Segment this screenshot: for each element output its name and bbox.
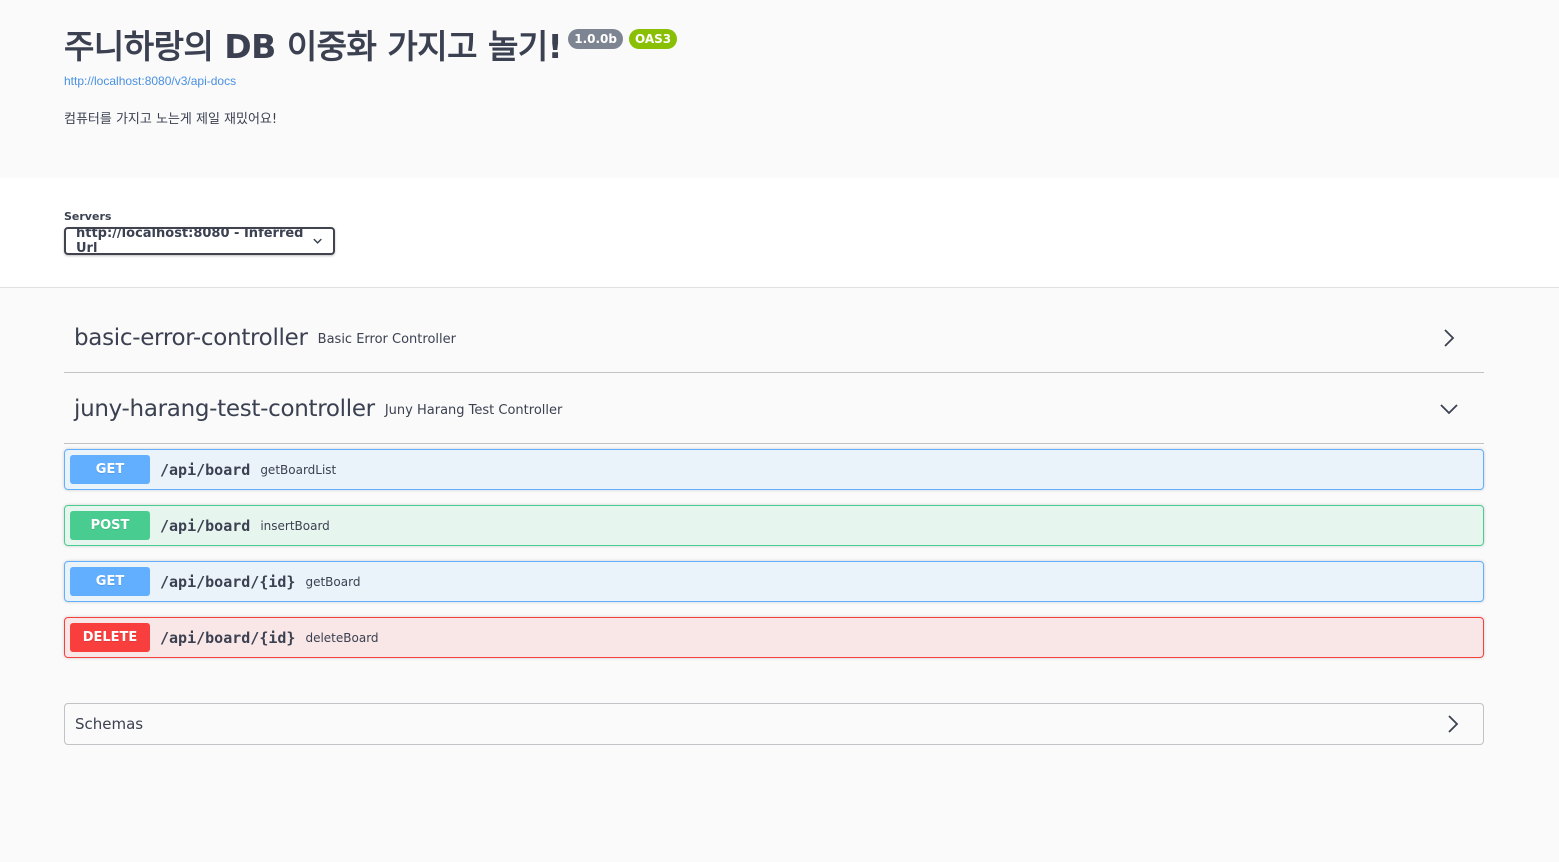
- tag-basic-error-controller[interactable]: basic-error-controller Basic Error Contr…: [64, 303, 1484, 373]
- operation-summary: getBoard: [305, 574, 361, 589]
- tag-juny-harang-test-controller[interactable]: juny-harang-test-controller Juny Harang …: [64, 374, 1484, 444]
- schemas-section[interactable]: Schemas: [64, 703, 1484, 745]
- operation-path: /api/board/{id}: [160, 572, 296, 591]
- api-docs-link[interactable]: http://localhost:8080/v3/api-docs: [64, 74, 1484, 88]
- oas-badge: OAS3: [629, 29, 678, 49]
- operation-delete-board[interactable]: DELETE /api/board/{id} deleteBoard: [64, 617, 1484, 658]
- tag-name: juny-harang-test-controller: [74, 395, 375, 422]
- operation-get-board[interactable]: GET /api/board/{id} getBoard: [64, 561, 1484, 602]
- operation-path: /api/board/{id}: [160, 628, 296, 647]
- operation-summary: getBoardList: [260, 462, 337, 477]
- tag-name: basic-error-controller: [74, 324, 308, 351]
- operation-path: /api/board: [160, 460, 251, 479]
- version-badge: 1.0.0b: [568, 29, 623, 49]
- chevron-down-icon[interactable]: [1438, 398, 1460, 420]
- operation-insert-board[interactable]: POST /api/board insertBoard: [64, 505, 1484, 546]
- title-row: 주니하랑의 DB 이중화 가지고 놀기! 1.0.0b OAS3: [64, 24, 1484, 70]
- operation-summary: insertBoard: [260, 518, 330, 533]
- servers-section: Servers http://localhost:8080 - Inferred…: [0, 178, 1559, 288]
- chevron-down-icon: [313, 238, 322, 244]
- servers-label: Servers: [64, 210, 112, 223]
- server-select-value: http://localhost:8080 - Inferred Url: [76, 226, 304, 256]
- schemas-title: Schemas: [75, 715, 144, 733]
- tag-description: Juny Harang Test Controller: [384, 403, 563, 418]
- api-description: 컴퓨터를 가지고 노는게 제일 재밌어요!: [64, 112, 278, 127]
- method-badge: DELETE: [70, 623, 150, 652]
- api-info: 주니하랑의 DB 이중화 가지고 놀기! 1.0.0b OAS3 http://…: [64, 24, 1484, 127]
- tag-description: Basic Error Controller: [317, 332, 456, 347]
- chevron-right-icon[interactable]: [1443, 714, 1463, 734]
- operation-get-board-list[interactable]: GET /api/board getBoardList: [64, 449, 1484, 490]
- method-badge: GET: [70, 567, 150, 596]
- page-title: 주니하랑의 DB 이중화 가지고 놀기!: [64, 27, 563, 66]
- server-select[interactable]: http://localhost:8080 - Inferred Url: [64, 226, 335, 256]
- operation-summary: deleteBoard: [305, 630, 379, 645]
- operation-path: /api/board: [160, 516, 251, 535]
- method-badge: GET: [70, 455, 150, 484]
- method-badge: POST: [70, 511, 150, 540]
- chevron-right-icon[interactable]: [1438, 327, 1460, 349]
